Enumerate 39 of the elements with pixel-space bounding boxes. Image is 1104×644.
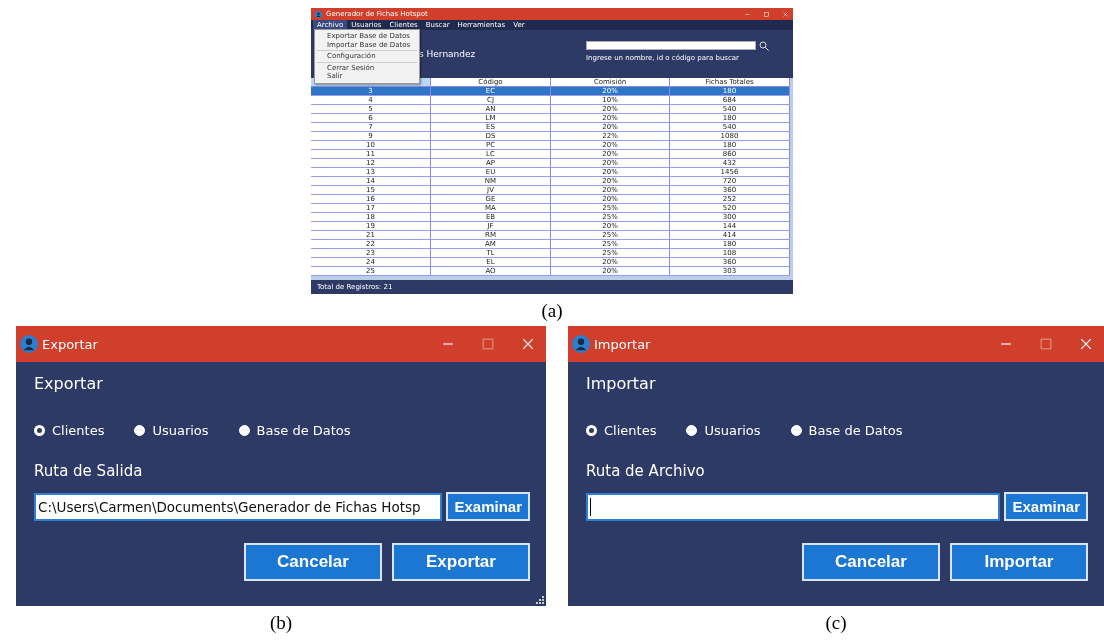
confirm-button[interactable]: Importar xyxy=(950,543,1088,581)
user-name: s Hernandez xyxy=(419,49,477,59)
dialog-heading: Exportar xyxy=(34,374,103,393)
person-icon xyxy=(315,10,322,18)
radio-icon[interactable] xyxy=(790,425,802,436)
path-field[interactable] xyxy=(586,492,1001,521)
close-icon[interactable] xyxy=(522,338,534,350)
radio-icon[interactable] xyxy=(134,425,146,436)
cancel-button[interactable]: Cancelar xyxy=(802,543,940,581)
person-icon xyxy=(20,335,38,353)
path-field[interactable]: C:\Users\Carmen\Documents\Generador de Fichas Hotsp xyxy=(34,492,443,521)
person-icon xyxy=(572,335,590,353)
cancel-button[interactable]: Cancelar xyxy=(244,543,382,581)
close-icon[interactable] xyxy=(783,11,788,17)
window-title: Exportar xyxy=(42,336,99,352)
radio-option[interactable]: Clientes xyxy=(34,423,105,438)
radio-icon[interactable] xyxy=(34,425,45,436)
field-label: Ruta de Archivo xyxy=(586,462,705,480)
radio-option[interactable]: Clientes xyxy=(586,423,657,438)
figure-caption: (a) xyxy=(541,300,563,322)
window-title: Importar xyxy=(594,336,652,352)
radio-option[interactable]: Usuarios xyxy=(134,423,209,438)
radio-icon[interactable] xyxy=(686,425,698,436)
search-icon[interactable] xyxy=(759,40,769,51)
search-field[interactable] xyxy=(586,41,756,50)
dialog-heading: Importar xyxy=(586,374,656,393)
radio-option[interactable]: Base de Datos xyxy=(238,423,351,438)
browse-button[interactable]: Examinar xyxy=(1004,492,1088,521)
radio-icon[interactable] xyxy=(238,425,250,436)
radio-option[interactable]: Usuarios xyxy=(686,423,761,438)
figure-caption: (b) xyxy=(269,612,293,634)
browse-button[interactable]: Examinar xyxy=(446,492,530,521)
field-label: Ruta de Salida xyxy=(34,462,143,480)
radio-icon[interactable] xyxy=(586,425,597,436)
close-icon[interactable] xyxy=(1080,338,1092,350)
radio-option[interactable]: Base de Datos xyxy=(790,423,903,438)
figure-caption: (c) xyxy=(825,612,847,634)
resize-grip-icon[interactable] xyxy=(536,596,544,604)
confirm-button[interactable]: Exportar xyxy=(392,543,530,581)
